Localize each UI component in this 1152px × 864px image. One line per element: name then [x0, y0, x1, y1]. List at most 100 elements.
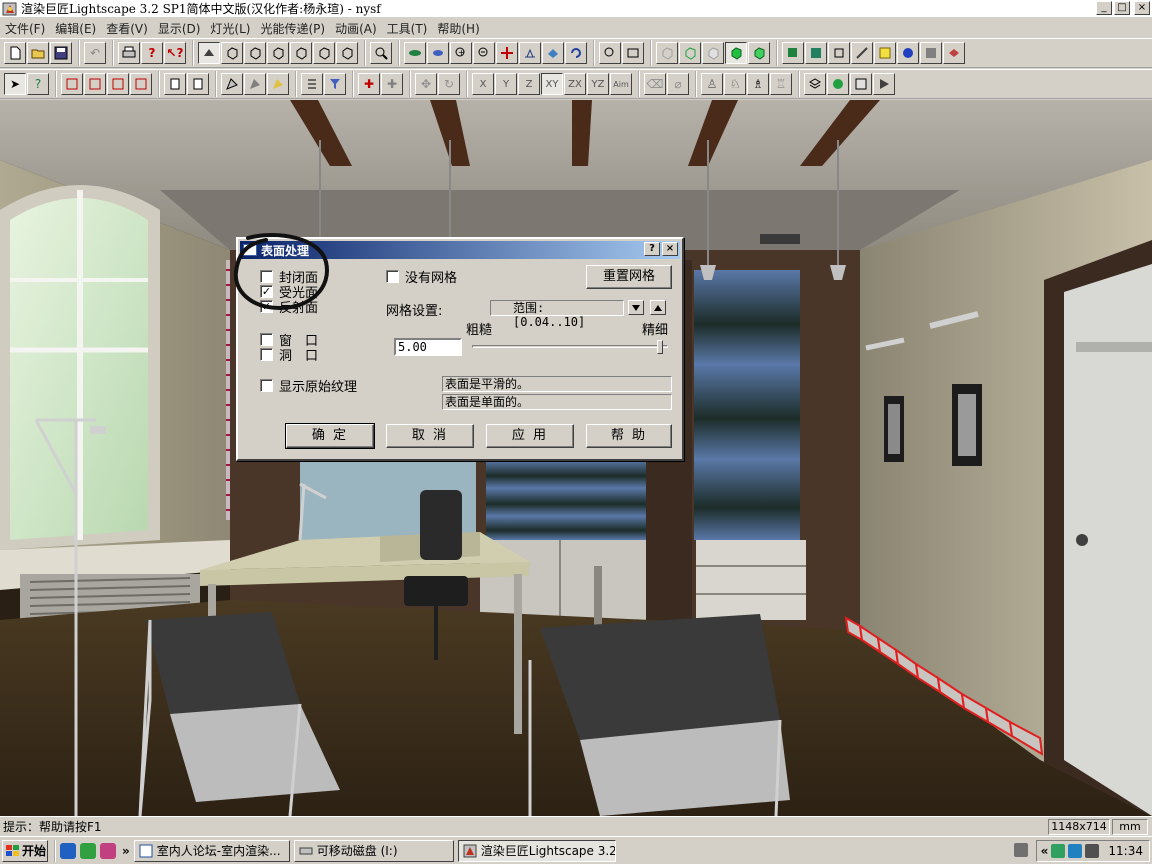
figure-3-icon[interactable]: ♗ — [747, 73, 769, 95]
cube-view-3-icon[interactable] — [267, 42, 289, 64]
axis-aim-button[interactable]: Aim — [610, 73, 632, 95]
cut-icon[interactable]: ⌫ — [644, 73, 666, 95]
paste-icon[interactable] — [187, 73, 209, 95]
surface-pick-icon[interactable] — [221, 73, 243, 95]
dialog-close-button[interactable]: × — [662, 242, 678, 256]
cancel-button[interactable]: 取 消 — [386, 424, 474, 448]
undo-icon[interactable]: ↶ — [84, 42, 106, 64]
mesh-value-input[interactable]: 5.00 — [394, 338, 462, 356]
reflect-checkbox[interactable]: ✓ — [260, 300, 273, 313]
save-icon[interactable] — [50, 42, 72, 64]
walk-icon[interactable] — [519, 42, 541, 64]
reflect-option[interactable]: ✓ 反射面 — [260, 297, 318, 316]
no-mesh-checkbox[interactable] — [386, 270, 399, 283]
translate-icon[interactable]: ✥ — [415, 73, 437, 95]
globe-icon[interactable] — [897, 42, 919, 64]
scene-icon[interactable] — [943, 42, 965, 64]
axis-z-button[interactable]: Z — [518, 73, 540, 95]
zoom-minus-icon[interactable] — [473, 42, 495, 64]
dialog-titlebar[interactable]: 表面处理 ? × — [240, 241, 680, 259]
material-icon[interactable] — [828, 42, 850, 64]
task-forum-browser[interactable]: 室内人论坛-室内渲染... — [133, 839, 290, 862]
network-icon[interactable] — [1051, 844, 1066, 858]
ie-icon[interactable] — [60, 842, 76, 859]
figure-4-icon[interactable]: ♖ — [770, 73, 792, 95]
zoom-extents-icon[interactable] — [599, 42, 621, 64]
close-button[interactable]: × — [1134, 1, 1150, 15]
wireframe-cube-icon[interactable] — [656, 42, 678, 64]
select-arrow-icon[interactable]: ➤ — [4, 73, 26, 95]
media-player-icon[interactable] — [80, 842, 96, 859]
new-file-icon[interactable] — [4, 42, 26, 64]
mesh-slider-track[interactable] — [472, 345, 668, 348]
deselect-object-icon[interactable] — [130, 73, 152, 95]
figure-2-icon[interactable]: ♘ — [724, 73, 746, 95]
rotate-view-icon[interactable] — [565, 42, 587, 64]
shaded-cube-icon[interactable] — [725, 42, 747, 64]
block-icon[interactable] — [805, 42, 827, 64]
fly-icon[interactable] — [542, 42, 564, 64]
task-lightscape[interactable]: 渲染巨匠Lightscape 3.2... — [457, 839, 616, 862]
surface-match-icon[interactable] — [244, 73, 266, 95]
solid-display-icon[interactable] — [198, 42, 220, 64]
show-texture-checkbox[interactable] — [260, 379, 273, 392]
layer-stack-icon[interactable] — [804, 73, 826, 95]
tray-app-icon[interactable] — [1085, 844, 1100, 858]
menu-tools[interactable]: 工具(T) — [382, 20, 433, 37]
cube-view-1-icon[interactable] — [221, 42, 243, 64]
surface-paint-icon[interactable] — [267, 73, 289, 95]
move-copy-icon[interactable]: ✚ — [381, 73, 403, 95]
render-file-icon[interactable] — [850, 73, 872, 95]
erase-icon[interactable]: ⌀ — [667, 73, 689, 95]
axis-x-button[interactable]: X — [472, 73, 494, 95]
layers-icon[interactable] — [782, 42, 804, 64]
task-removable-disk[interactable]: 可移动磁盘 (I:) — [293, 839, 454, 862]
ok-button[interactable]: 确 定 — [285, 423, 375, 449]
minimize-button[interactable]: _ — [1096, 1, 1112, 15]
select-object-icon[interactable] — [84, 73, 106, 95]
cube-view-4-icon[interactable] — [290, 42, 312, 64]
zoom-plus-icon[interactable]: + — [450, 42, 472, 64]
green-wire-cube-icon[interactable] — [679, 42, 701, 64]
zoom-window-icon[interactable] — [622, 42, 644, 64]
textured-cube-icon[interactable] — [748, 42, 770, 64]
keyboard-icon[interactable] — [1014, 843, 1028, 857]
mesh-slider-thumb[interactable] — [657, 340, 664, 354]
menu-file[interactable]: 文件(F) — [0, 20, 50, 37]
axis-xy-button[interactable]: XY — [541, 73, 563, 95]
texture-icon[interactable] — [920, 42, 942, 64]
app-icon[interactable] — [2, 1, 18, 17]
cube-view-5-icon[interactable] — [313, 42, 335, 64]
list-icon[interactable] — [301, 73, 323, 95]
cube-view-2-icon[interactable] — [244, 42, 266, 64]
menu-view[interactable]: 查看(V) — [101, 20, 153, 37]
opening-checkbox[interactable] — [260, 348, 273, 361]
mesh-range-up-button[interactable] — [650, 300, 666, 315]
menu-radiosity[interactable]: 光能传递(P) — [255, 20, 330, 37]
mesh-range-down-button[interactable] — [628, 300, 644, 315]
context-help-icon[interactable]: ↖? — [164, 42, 186, 64]
pencil-icon[interactable] — [851, 42, 873, 64]
quick-launch-more-icon[interactable]: » — [122, 844, 130, 858]
maximize-button[interactable]: □ — [1114, 1, 1130, 15]
rotate-icon[interactable]: ↻ — [438, 73, 460, 95]
query-icon[interactable]: ? — [27, 73, 49, 95]
help-icon[interactable]: ? — [141, 42, 163, 64]
pan-icon[interactable] — [496, 42, 518, 64]
filter-icon[interactable] — [324, 73, 346, 95]
menu-edit[interactable]: 编辑(E) — [50, 20, 101, 37]
render-run-icon[interactable] — [873, 73, 895, 95]
print-icon[interactable] — [118, 42, 140, 64]
axis-zx-button[interactable]: ZX — [564, 73, 586, 95]
axis-y-button[interactable]: Y — [495, 73, 517, 95]
no-mesh-option[interactable]: 没有网格 — [386, 267, 457, 286]
hidden-cube-icon[interactable] — [702, 42, 724, 64]
opening-option[interactable]: 洞 口 — [260, 345, 318, 364]
winrar-icon[interactable] — [100, 842, 116, 859]
volume-icon[interactable] — [1068, 844, 1083, 858]
menu-display[interactable]: 显示(D) — [153, 20, 206, 37]
axis-yz-button[interactable]: YZ — [587, 73, 609, 95]
select-surface-icon[interactable] — [61, 73, 83, 95]
orbit-icon[interactable] — [427, 42, 449, 64]
dialog-help-button[interactable]: ? — [644, 242, 660, 256]
